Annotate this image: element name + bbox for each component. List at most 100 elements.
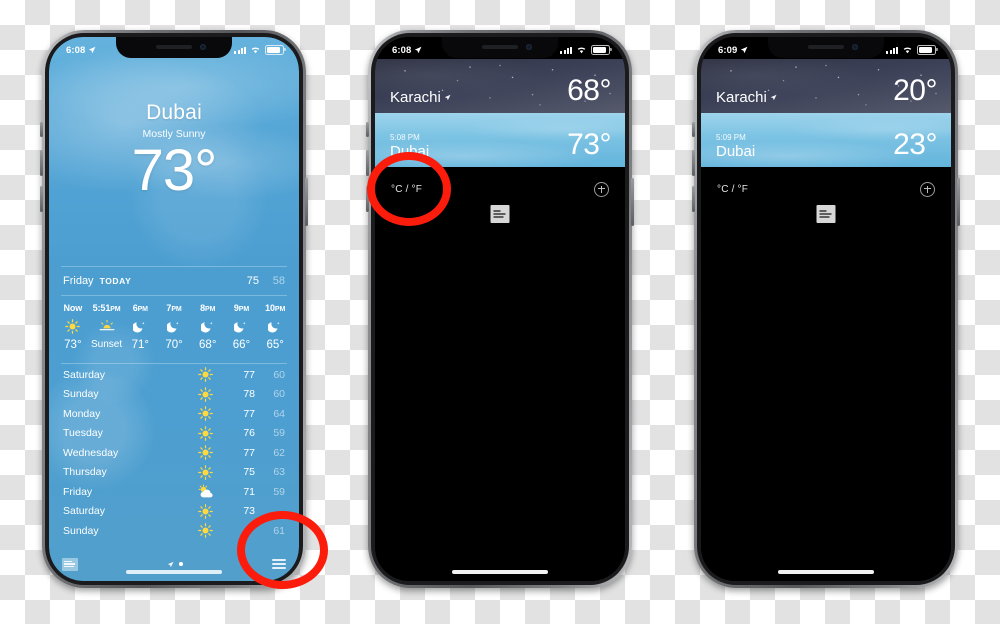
daily-forecast-row[interactable]: Saturday 77 60 bbox=[49, 365, 299, 385]
power-button[interactable] bbox=[957, 178, 960, 226]
hourly-time: Now bbox=[63, 303, 83, 313]
daily-forecast-row[interactable]: Wednesday 77 62 bbox=[49, 443, 299, 463]
daily-high: 71 bbox=[243, 485, 255, 498]
home-indicator[interactable] bbox=[452, 570, 548, 574]
daily-high: 78 bbox=[243, 388, 255, 401]
daily-condition-icon bbox=[185, 503, 225, 519]
daily-condition-icon bbox=[185, 406, 225, 422]
city-list-row[interactable]: Karachi 20° bbox=[701, 59, 951, 113]
daily-forecast-row[interactable]: Tuesday 76 59 bbox=[49, 424, 299, 444]
city-temperature: 23° bbox=[893, 128, 937, 161]
plus-circle-icon[interactable] bbox=[920, 181, 935, 197]
hourly-item[interactable]: Now 73° bbox=[56, 297, 90, 362]
detail-header: Dubai Mostly Sunny 73° bbox=[49, 101, 299, 202]
city-list-row[interactable]: Karachi 68° bbox=[375, 59, 625, 113]
city-temperature: 73° bbox=[567, 128, 611, 161]
location-arrow-icon bbox=[741, 46, 748, 54]
moon-icon bbox=[234, 321, 246, 333]
daily-low: 64 bbox=[273, 407, 285, 420]
hourly-item[interactable]: 10PM 65° bbox=[258, 297, 292, 362]
hourly-time: 6PM bbox=[132, 303, 148, 313]
hourly-item[interactable]: 7PM 70° bbox=[157, 297, 191, 362]
daily-forecast-row[interactable]: Monday 77 64 bbox=[49, 404, 299, 424]
status-left: 6:08 bbox=[66, 45, 96, 56]
daily-day: Tuesday bbox=[63, 427, 103, 440]
sun-icon bbox=[65, 318, 81, 334]
daily-condition-icon bbox=[185, 386, 225, 402]
hourly-item[interactable]: 9PM 66° bbox=[225, 297, 259, 362]
hourly-condition-icon bbox=[133, 318, 147, 334]
power-button[interactable] bbox=[305, 178, 308, 226]
daily-condition-icon bbox=[185, 464, 225, 480]
page-title: Dubai bbox=[146, 101, 202, 124]
status-left: 6:09 bbox=[718, 45, 748, 56]
location-arrow-icon bbox=[415, 46, 422, 54]
highlight-unit-toggle bbox=[367, 152, 451, 226]
hourly-temperature: 66° bbox=[232, 339, 251, 351]
sun-icon bbox=[197, 386, 213, 402]
silent-switch[interactable] bbox=[692, 122, 695, 137]
speaker-grille bbox=[808, 45, 844, 49]
front-camera bbox=[526, 44, 532, 50]
daily-forecast-row[interactable]: Thursday 75 63 bbox=[49, 463, 299, 483]
hourly-time: 5:51PM bbox=[92, 303, 121, 313]
moon-icon bbox=[167, 321, 179, 333]
home-indicator[interactable] bbox=[778, 570, 874, 574]
hourly-time: 7PM bbox=[166, 303, 182, 313]
wifi-icon bbox=[251, 47, 260, 54]
city-name: Dubai bbox=[716, 143, 756, 160]
hourly-item[interactable]: 6PM 71° bbox=[123, 297, 157, 362]
home-indicator[interactable] bbox=[126, 570, 222, 574]
battery-icon bbox=[265, 45, 286, 55]
daily-low: 63 bbox=[273, 466, 285, 479]
silent-switch[interactable] bbox=[40, 122, 43, 137]
status-time: 6:08 bbox=[392, 44, 412, 56]
today-day: Friday bbox=[63, 275, 94, 287]
unit-toggle-button[interactable]: °C / °F bbox=[717, 184, 748, 195]
volume-up-button[interactable] bbox=[40, 150, 43, 176]
sun-icon bbox=[197, 445, 213, 461]
hourly-item[interactable]: 8PM 68° bbox=[191, 297, 225, 362]
page-dot[interactable] bbox=[179, 562, 183, 566]
power-button[interactable] bbox=[631, 178, 634, 226]
city-list-row[interactable]: 5:09 PM Dubai 23° bbox=[701, 113, 951, 167]
hourly-temperature: 73° bbox=[64, 339, 82, 351]
volume-up-button[interactable] bbox=[366, 150, 369, 176]
phone-screen-area: 6:09 Karachi 20° 5:09 PM Dubai 23° °C / °F bbox=[701, 37, 951, 581]
front-camera bbox=[852, 44, 858, 50]
phone-weather-detail: 6:08 Dubai Mostly Sunny 73° Friday TODAY… bbox=[40, 30, 308, 588]
daily-day: Saturday bbox=[63, 368, 106, 381]
hourly-temperature: 70° bbox=[165, 339, 183, 351]
city-local-time: 5:09 PM bbox=[716, 133, 746, 142]
signal-bars-icon bbox=[560, 46, 572, 54]
daily-forecast-row[interactable]: Sunday 78 60 bbox=[49, 385, 299, 405]
hourly-time: 9PM bbox=[233, 303, 250, 313]
today-low: 58 bbox=[272, 275, 285, 287]
weather-channel-logo bbox=[490, 205, 510, 223]
city-name: Karachi bbox=[390, 89, 567, 106]
daily-day: Thursday bbox=[63, 466, 107, 479]
divider-hourly bbox=[61, 295, 287, 296]
daily-forecast-row[interactable]: Friday 71 59 bbox=[49, 482, 299, 502]
hourly-condition-icon bbox=[167, 318, 181, 334]
plus-circle-icon[interactable] bbox=[594, 181, 609, 197]
partly-cloudy-icon bbox=[198, 484, 213, 498]
daily-low: 59 bbox=[273, 427, 285, 440]
volume-down-button[interactable] bbox=[692, 186, 695, 212]
daily-low: 62 bbox=[273, 446, 285, 459]
daily-high: 76 bbox=[243, 427, 255, 440]
wifi-icon bbox=[577, 47, 586, 54]
volume-up-button[interactable] bbox=[692, 150, 695, 176]
silent-switch[interactable] bbox=[366, 122, 369, 137]
moon-icon bbox=[200, 321, 213, 333]
today-summary-row: Friday TODAY 75 58 bbox=[49, 267, 299, 295]
hourly-time: 10PM bbox=[265, 303, 286, 313]
highlight-list-button bbox=[237, 511, 328, 589]
hourly-item[interactable]: 5:51PM Sunset bbox=[90, 297, 124, 362]
weather-channel-logo bbox=[62, 557, 78, 571]
hourly-condition-icon bbox=[268, 318, 282, 334]
daily-condition-icon bbox=[185, 367, 225, 383]
volume-down-button[interactable] bbox=[40, 186, 43, 212]
hourly-forecast[interactable]: Now 73° 5:51PM Sunset 6PM 71° 7PM 70° 8PM 68° 9PM 6… bbox=[49, 297, 299, 362]
city-list-screen: 6:09 Karachi 20° 5:09 PM Dubai 23° °C / °F bbox=[701, 37, 951, 581]
